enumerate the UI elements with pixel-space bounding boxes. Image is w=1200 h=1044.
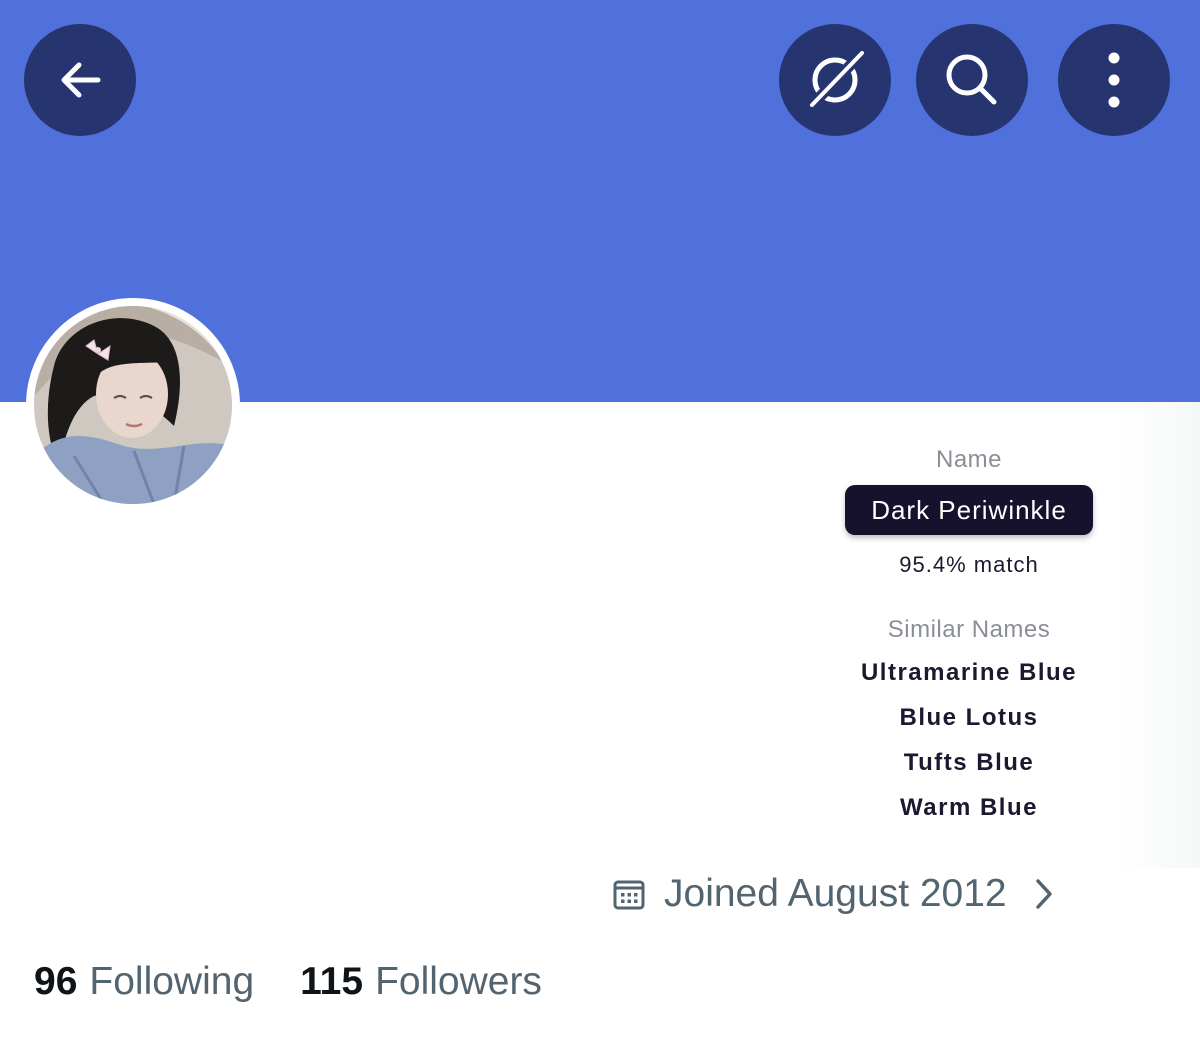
following-link[interactable]: 96 Following <box>34 960 254 1004</box>
similar-name-item[interactable]: Blue Lotus <box>780 701 1158 746</box>
followers-link[interactable]: 115 Followers <box>300 960 542 1004</box>
similar-names-label: Similar Names <box>887 616 1051 643</box>
search-button[interactable] <box>916 24 1028 136</box>
following-count: 96 <box>34 960 78 1003</box>
search-icon <box>946 54 997 105</box>
calendar-icon <box>613 880 645 910</box>
similar-name-item[interactable]: Warm Blue <box>780 791 1158 836</box>
avatar[interactable] <box>34 306 232 504</box>
similar-name-item[interactable]: Tufts Blue <box>780 746 1158 791</box>
arrow-left-icon <box>61 62 101 98</box>
joined-date-row[interactable]: Joined August 2012 <box>612 870 1055 918</box>
profile-photo <box>34 306 232 504</box>
match-percentage: 95.4% match <box>899 552 1039 577</box>
color-name-panel: Name Dark Periwinkle 95.4% match Similar… <box>780 402 1200 868</box>
name-label: Name <box>935 446 1003 473</box>
more-vertical-icon <box>1108 52 1120 108</box>
grok-icon <box>806 47 868 111</box>
follow-stats: 96 Following 115 Followers <box>34 956 542 1008</box>
followers-label: Followers <box>375 960 542 1003</box>
grok-button[interactable] <box>779 24 891 136</box>
similar-names-list: Ultramarine Blue Blue Lotus Tufts Blue W… <box>780 656 1158 836</box>
following-label: Following <box>89 960 255 1003</box>
similar-name-item[interactable]: Ultramarine Blue <box>780 656 1158 701</box>
followers-count: 115 <box>300 960 364 1003</box>
back-button[interactable] <box>24 24 136 136</box>
joined-date-text: Joined August 2012 <box>664 872 1007 915</box>
avatar-ring <box>26 298 240 512</box>
chevron-right-icon <box>1035 879 1052 909</box>
more-options-button[interactable] <box>1058 24 1170 136</box>
color-name-pill[interactable]: Dark Periwinkle <box>845 485 1093 535</box>
